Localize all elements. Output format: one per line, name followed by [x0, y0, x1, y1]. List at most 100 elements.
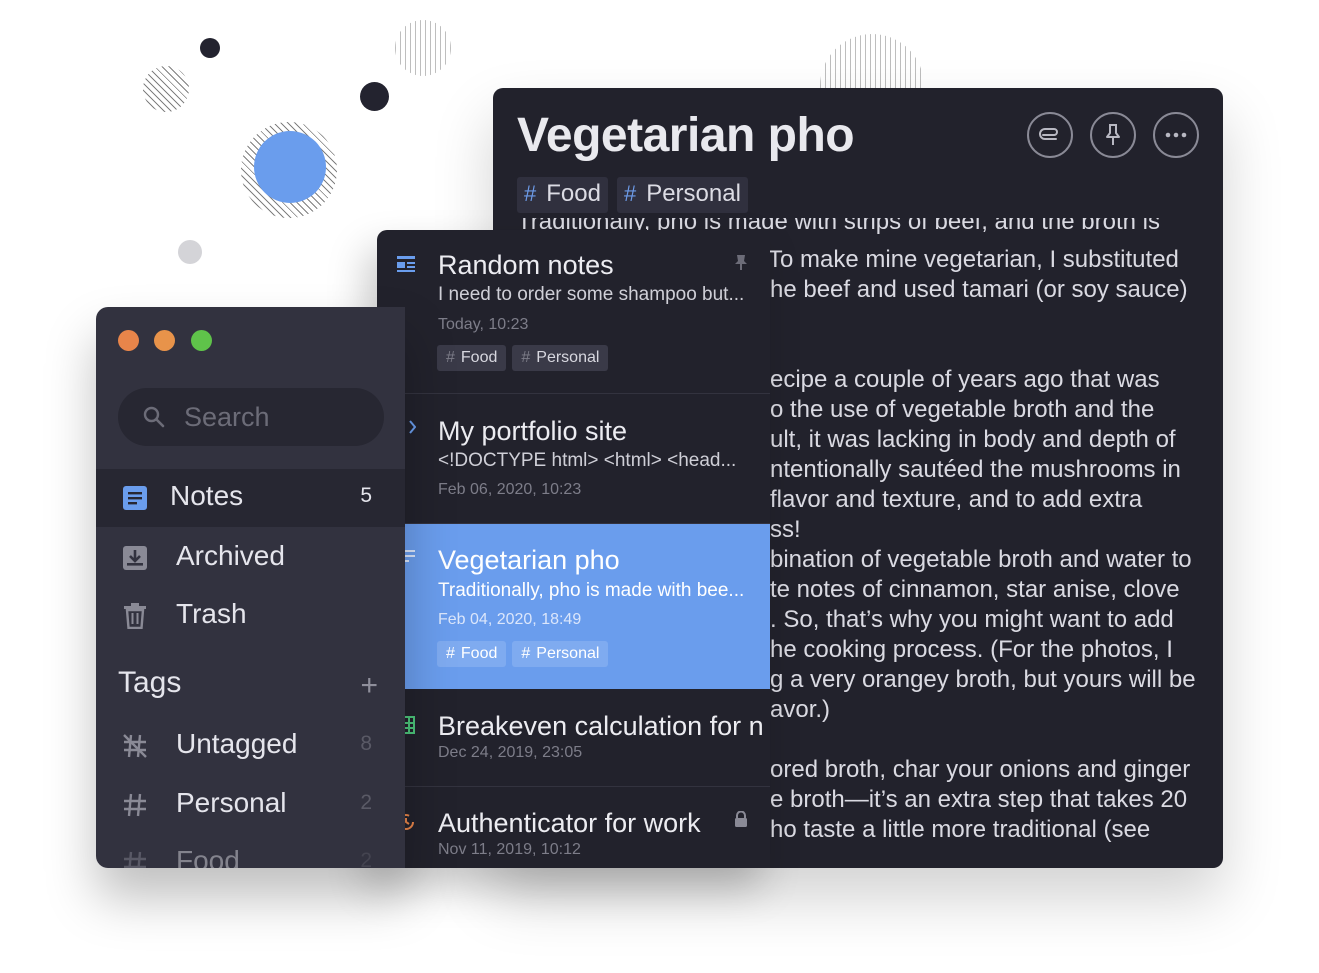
tag-label: Personal — [536, 349, 600, 366]
window-zoom-button[interactable] — [191, 330, 212, 351]
sidebar: Search Notes 5 Archived Trash Tags + Unt… — [96, 307, 405, 868]
tags-heading: Tags — [118, 666, 182, 699]
search-input[interactable]: Search — [118, 388, 384, 446]
body-line: te notes of cinnamon, star anise, clove — [770, 576, 1180, 603]
note-date: Feb 04, 2020, 18:49 — [438, 611, 582, 628]
tag-count: 8 — [360, 732, 372, 755]
notes-icon — [123, 486, 147, 510]
body-line: bination of vegetable broth and water to — [770, 546, 1192, 573]
note-tag[interactable]: # Food — [437, 641, 507, 667]
paperclip-icon — [1039, 128, 1058, 140]
note-tags: # Food # Personal — [437, 345, 609, 371]
pin-button[interactable] — [1090, 112, 1136, 158]
hash-icon: # — [521, 349, 531, 366]
tag-label: Personal — [646, 180, 741, 207]
tag-label: Personal — [536, 645, 600, 662]
body-line: avor.) — [770, 696, 831, 723]
body-line: To make mine vegetarian, I substituted — [768, 246, 1179, 273]
sidebar-item-label: Untagged — [176, 728, 298, 759]
note-tag[interactable]: # Personal — [512, 345, 609, 371]
note-date: Dec 24, 2019, 23:05 — [438, 744, 583, 761]
decor-dot — [200, 38, 220, 58]
sidebar-item-food[interactable]: Food 2 — [96, 834, 405, 868]
more-icon — [1165, 132, 1187, 138]
body-line: ecipe a couple of years ago that was — [770, 366, 1160, 393]
hash-icon: # — [521, 645, 531, 662]
editor-title[interactable]: Vegetarian pho — [517, 108, 855, 163]
hash-icon: # — [524, 181, 537, 206]
editor-tag-personal[interactable]: # Personal — [616, 177, 748, 213]
decor-dot — [360, 82, 389, 111]
search-icon — [143, 406, 165, 428]
hash-icon: # — [446, 645, 455, 662]
body-line: g a very orangey broth, but yours will b… — [770, 666, 1196, 693]
note-tag[interactable]: # Personal — [512, 641, 609, 667]
note-title: Random notes — [438, 250, 614, 280]
sidebar-item-label: Food — [176, 845, 240, 868]
tag-count: 2 — [360, 849, 372, 868]
notes-count: 5 — [360, 484, 372, 507]
note-list: Random notes I need to order some shampo… — [377, 230, 770, 868]
note-title: My portfolio site — [438, 416, 628, 446]
sidebar-item-archived[interactable]: Archived — [96, 529, 405, 587]
more-button[interactable] — [1153, 112, 1199, 158]
note-preview: <!DOCTYPE html> <html> <head... — [438, 450, 737, 471]
sidebar-item-label: Notes — [170, 480, 244, 511]
sidebar-item-label: Archived — [176, 540, 285, 571]
archive-icon — [123, 546, 147, 570]
editor-actions — [1027, 112, 1199, 158]
editor-tag-list: # Food # Personal — [517, 177, 748, 213]
trash-icon — [124, 603, 146, 629]
decor-hatch-circle — [143, 66, 189, 112]
note-date: Nov 11, 2019, 10:12 — [438, 841, 581, 858]
window-minimize-button[interactable] — [154, 330, 175, 351]
hash-icon: # — [623, 181, 637, 206]
note-title: Vegetarian pho — [438, 545, 620, 575]
tag-label: Food — [546, 180, 601, 207]
body-line: ored broth, char your onions and ginger — [770, 756, 1191, 783]
body-line: ult, it was lacking in body and depth of — [770, 426, 1176, 453]
note-title: Breakeven calculation for n — [438, 711, 764, 741]
sidebar-item-untagged[interactable]: Untagged 8 — [96, 717, 405, 775]
decor-hatch-circle — [395, 20, 451, 76]
note-preview: Traditionally, pho is made with bee... — [438, 580, 745, 601]
untagged-icon — [123, 734, 147, 758]
editor-tag-food[interactable]: # Food — [517, 177, 608, 213]
note-date: Today, 10:23 — [438, 316, 529, 333]
note-tag[interactable]: # Food — [437, 345, 507, 371]
body-line: . So, that’s why you might want to add — [770, 606, 1174, 633]
note-title: Authenticator for work — [438, 808, 701, 838]
note-list-item-selected[interactable]: Vegetarian pho Traditionally, pho is mad… — [397, 524, 770, 689]
add-tag-button[interactable]: + — [360, 669, 378, 703]
note-list-item[interactable]: My portfolio site <!DOCTYPE html> <html>… — [396, 394, 770, 524]
lock-icon — [735, 811, 747, 827]
tag-count: 2 — [360, 791, 372, 814]
body-line: flavor and texture, and to add extra — [770, 486, 1143, 513]
attach-button[interactable] — [1027, 112, 1073, 158]
hash-icon — [124, 793, 146, 817]
sidebar-item-trash[interactable]: Trash — [96, 587, 405, 645]
sidebar-item-label: Trash — [176, 598, 247, 629]
body-line: o the use of vegetable broth and the — [770, 396, 1155, 423]
body-line: e broth—it’s an extra step that takes 20 — [770, 786, 1188, 813]
note-text-icon — [397, 256, 415, 272]
sidebar-item-notes[interactable]: Notes 5 — [96, 469, 405, 527]
note-list-item[interactable]: Random notes I need to order some shampo… — [397, 230, 770, 394]
sidebar-item-personal[interactable]: Personal 2 — [96, 776, 405, 834]
hash-icon: # — [446, 349, 455, 366]
window-close-button[interactable] — [118, 330, 139, 351]
sidebar-item-label: Personal — [176, 787, 287, 818]
note-list-item[interactable]: Breakeven calculation for n Dec 24, 2019… — [397, 689, 770, 787]
hash-icon — [124, 851, 146, 868]
tag-label: Food — [460, 645, 498, 662]
pin-icon — [735, 255, 747, 270]
body-line: ss! — [770, 516, 801, 543]
note-date: Feb 06, 2020, 10:23 — [438, 481, 582, 498]
body-line: ho taste a little more traditional (see — [770, 816, 1151, 843]
body-line: he cooking process. (For the photos, I — [770, 636, 1173, 663]
pin-icon — [1106, 124, 1120, 145]
body-line: he beef and used tamari (or soy sauce) — [770, 276, 1188, 303]
search-placeholder: Search — [184, 402, 270, 432]
note-list-item[interactable]: Authenticator for work Nov 11, 2019, 10:… — [398, 787, 770, 868]
body-line: ntentionally sautéed the mushrooms in — [770, 456, 1181, 483]
